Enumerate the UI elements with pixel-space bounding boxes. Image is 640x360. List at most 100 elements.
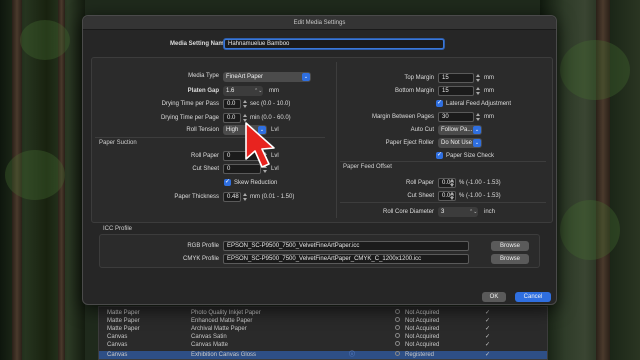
bottom-margin-label: Bottom Margin	[394, 88, 434, 94]
skew-reduction-checkbox[interactable]: ✓	[224, 179, 231, 186]
check-icon[interactable]: ✓	[485, 341, 490, 349]
drying-time-pass-unit: sec (0.0 - 10.0)	[250, 101, 291, 107]
check-icon[interactable]: ✓	[485, 309, 490, 317]
roll-core-diameter-value: 3	[441, 209, 445, 215]
roll-core-diameter-label: Roll Core Diameter	[382, 209, 434, 215]
media-name-cell: Canvas Matte	[191, 342, 229, 348]
category-cell: Canvas	[107, 334, 128, 340]
chevron-down-icon: ⌄	[302, 73, 310, 81]
roll-core-diameter-select[interactable]: 3 ⌃⌄	[438, 207, 478, 217]
table-row[interactable]: Canvas Exhibition Canvas Gloss ⓘ Registe…	[99, 351, 547, 359]
status-cell: Not Acquired	[405, 310, 440, 316]
drying-time-pass-label: Drying Time per Pass	[161, 101, 219, 107]
drying-time-page-input[interactable]: 0.0	[223, 113, 241, 123]
radio-icon[interactable]	[395, 317, 400, 322]
foliage	[560, 200, 620, 260]
cancel-button[interactable]: Cancel	[515, 292, 551, 302]
check-icon[interactable]: ✓	[485, 351, 490, 359]
top-margin-unit: mm	[484, 75, 494, 81]
check-icon[interactable]: ✓	[485, 317, 490, 325]
check-icon[interactable]: ✓	[485, 325, 490, 333]
paper-thickness-input[interactable]: 0.48	[223, 192, 241, 202]
margin-between-pages-input[interactable]: 30	[438, 112, 474, 122]
category-cell: Matte Paper	[107, 310, 140, 316]
radio-icon[interactable]	[395, 341, 400, 346]
chevron-down-icon: ⌃⌄	[469, 209, 478, 215]
roll-paper-suction-label: Roll Paper	[190, 153, 219, 159]
table-row[interactable]: Matte Paper Enhanced Matte Paper Not Acq…	[99, 317, 547, 325]
media-name-cell: Canvas Satin	[191, 334, 227, 340]
paper-eject-roller-select[interactable]: Do Not Use ⌄	[438, 138, 482, 148]
media-name-cell: Archival Matte Paper	[191, 326, 247, 332]
media-type-label: Media Type	[188, 73, 219, 79]
auto-cut-select[interactable]: Follow Pa... ⌄	[438, 125, 482, 135]
cut-sheet-suction-label: Cut Sheet	[192, 166, 219, 172]
paper-eject-roller-label: Paper Eject Roller	[385, 140, 434, 146]
status-cell: Not Acquired	[405, 342, 440, 348]
top-margin-label: Top Margin	[404, 75, 434, 81]
rgb-profile-label: RGB Profile	[187, 243, 219, 249]
foliage	[20, 20, 70, 60]
info-icon[interactable]: ⓘ	[349, 351, 355, 359]
status-cell: Not Acquired	[405, 334, 440, 340]
table-row[interactable]: Canvas Canvas Satin Not Acquired ✓	[99, 333, 547, 341]
radio-icon[interactable]	[395, 351, 400, 356]
auto-cut-label: Auto Cut	[410, 127, 434, 133]
paper-size-check-checkbox[interactable]: ✓	[436, 152, 443, 159]
cmyk-profile-field[interactable]: EPSON_SC-P9500_7500_VelvetFineArtPaper_C…	[223, 254, 469, 264]
margin-between-pages-stepper[interactable]	[475, 112, 481, 122]
platen-gap-select[interactable]: 1.6 ⌃⌄	[223, 86, 263, 96]
red-arrow-cursor-icon	[245, 122, 275, 168]
platen-gap-unit: mm	[269, 88, 279, 94]
radio-icon[interactable]	[395, 309, 400, 314]
table-row[interactable]: Matte Paper Archival Matte Paper Not Acq…	[99, 325, 547, 333]
chevron-down-icon: ⌃⌄	[254, 88, 263, 94]
column-divider	[336, 62, 337, 218]
media-setting-name-input[interactable]: Hahnamuelue Bamboo	[224, 39, 444, 49]
rgb-browse-button[interactable]: Browse	[491, 241, 529, 251]
skew-reduction-label: Skew Reduction	[234, 180, 278, 186]
cmyk-browse-button[interactable]: Browse	[491, 254, 529, 264]
paper-feed-offset-title: Paper Feed Offset	[343, 164, 392, 170]
paper-thickness-stepper[interactable]	[242, 192, 248, 202]
offset-roll-paper-stepper[interactable]	[449, 178, 455, 188]
paper-size-check-label: Paper Size Check	[446, 153, 495, 159]
top-margin-input[interactable]: 15	[438, 73, 474, 83]
roll-tension-value: High	[226, 127, 239, 133]
margin-between-pages-unit: mm	[484, 114, 494, 120]
offset-roll-paper-label: Roll Paper	[405, 180, 434, 186]
rgb-profile-field[interactable]: EPSON_SC-P9500_7500_VelvetFineArtPaper.i…	[223, 241, 469, 251]
foliage	[560, 40, 630, 100]
divider	[340, 202, 546, 203]
paper-thickness-unit: mm (0.01 - 1.50)	[250, 194, 295, 200]
dialog-title: Edit Media Settings	[83, 16, 556, 30]
table-row[interactable]: Matte Paper Photo Quality Inkjet Paper N…	[99, 309, 547, 317]
drying-time-pass-input[interactable]: 0.0	[223, 99, 241, 109]
offset-cut-sheet-stepper[interactable]	[449, 191, 455, 201]
bottom-margin-input[interactable]: 15	[438, 86, 474, 96]
roll-tension-label: Roll Tension	[186, 127, 219, 133]
media-list-background: Matte Paper Photo Quality Inkjet Paper N…	[98, 306, 548, 360]
foliage	[5, 150, 65, 200]
paper-suction-title: Paper Suction	[99, 140, 137, 146]
offset-cut-sheet-unit: % (-1.00 - 1.53)	[459, 193, 501, 199]
drying-time-pass-stepper[interactable]	[242, 99, 248, 109]
media-name-cell: Exhibition Canvas Gloss	[191, 352, 257, 358]
media-name-cell: Enhanced Matte Paper	[191, 318, 253, 324]
check-icon[interactable]: ✓	[485, 333, 490, 341]
edit-media-settings-dialog: Edit Media Settings Media Setting Name H…	[82, 15, 557, 305]
table-row[interactable]: Canvas Canvas Matte Not Acquired ✓	[99, 341, 547, 349]
lateral-feed-checkbox[interactable]: ✓	[436, 100, 443, 107]
divider	[95, 137, 325, 138]
media-type-select[interactable]: FineArt Paper ⌄	[223, 72, 311, 82]
bottom-margin-stepper[interactable]	[475, 86, 481, 96]
cmyk-profile-label: CMYK Profile	[182, 256, 219, 262]
ok-button[interactable]: OK	[482, 292, 506, 302]
radio-icon[interactable]	[395, 325, 400, 330]
top-margin-stepper[interactable]	[475, 73, 481, 83]
status-cell: Not Acquired	[405, 318, 440, 324]
offset-cut-sheet-label: Cut Sheet	[407, 193, 434, 199]
paper-thickness-label: Paper Thickness	[174, 194, 219, 200]
radio-icon[interactable]	[395, 333, 400, 338]
media-setting-name-label: Media Setting Name	[169, 41, 227, 47]
